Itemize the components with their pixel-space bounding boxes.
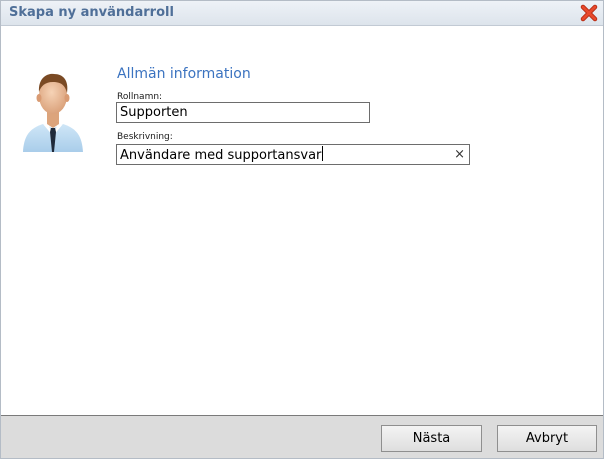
- description-input[interactable]: Användare med supportansvar ×: [116, 144, 470, 165]
- dialog-window: Skapa ny användarroll Allmän information…: [0, 0, 604, 459]
- description-value: Användare med supportansvar: [120, 148, 322, 163]
- text-caret: [322, 146, 324, 161]
- role-name-input[interactable]: Supporten: [116, 102, 370, 123]
- close-icon[interactable]: [580, 4, 598, 22]
- dialog-footer: Nästa Avbryt: [1, 415, 603, 458]
- user-avatar-icon: [21, 66, 85, 152]
- dialog-title: Skapa ny användarroll: [9, 5, 174, 20]
- role-name-label: Rollnamn:: [117, 92, 163, 102]
- title-bar: Skapa ny användarroll: [1, 1, 603, 26]
- cancel-button[interactable]: Avbryt: [497, 425, 597, 452]
- clear-icon[interactable]: ×: [454, 146, 465, 164]
- next-button[interactable]: Nästa: [381, 425, 482, 452]
- dialog-content: Allmän information Rollnamn: Supporten B…: [1, 26, 603, 416]
- section-title: Allmän information: [117, 66, 251, 82]
- description-label: Beskrivning:: [117, 132, 173, 142]
- role-name-value: Supporten: [120, 105, 188, 120]
